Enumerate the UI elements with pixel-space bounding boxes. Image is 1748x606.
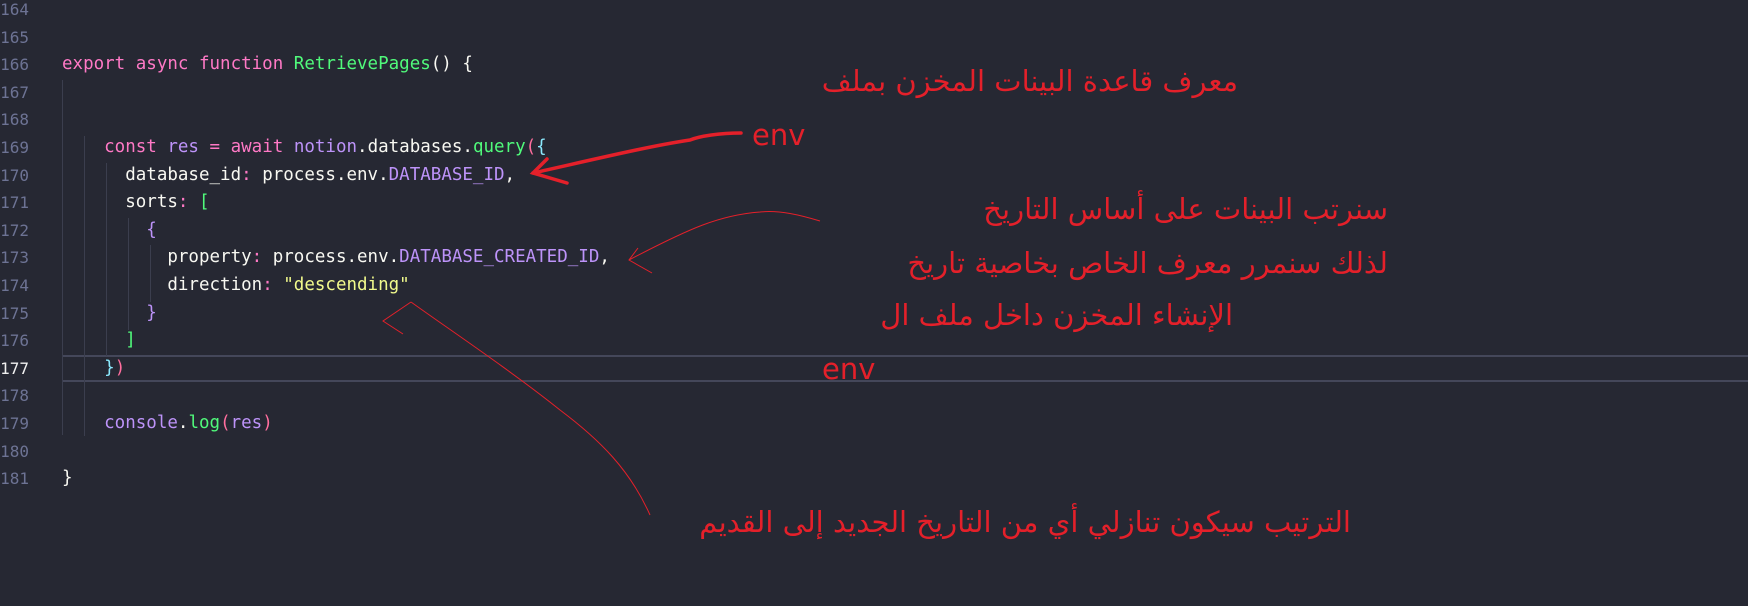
arrow-created-id xyxy=(628,211,821,274)
arrow-database-id xyxy=(529,131,743,185)
annotation-arrows xyxy=(382,131,821,516)
arrow-direction xyxy=(382,301,651,516)
